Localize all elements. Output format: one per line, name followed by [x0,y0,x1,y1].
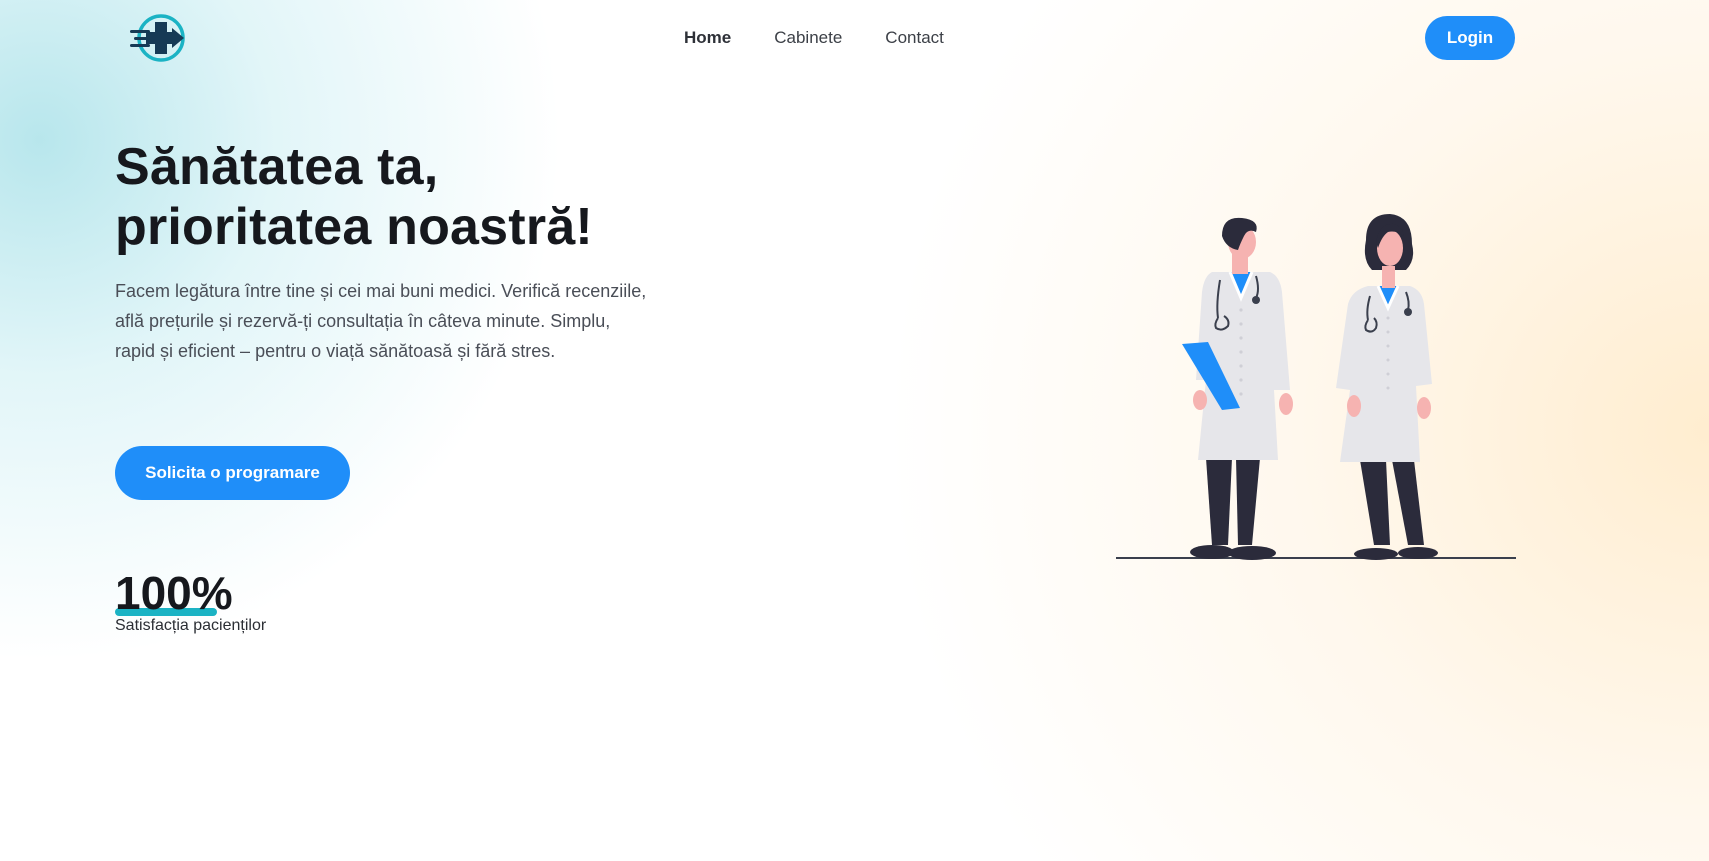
request-appointment-button[interactable]: Solicita o programare [115,446,350,500]
stat-value: 100% [115,567,233,619]
hero-description-line: Facem legătura între tine și cei mai bun… [115,281,647,301]
logo-icon[interactable] [128,12,190,64]
hero-title-line: Sănătatea ta, [115,138,439,196]
female-doctor-figure [1336,214,1438,560]
nav-link-cabinete[interactable]: Cabinete [774,26,842,50]
main-nav: Home Cabinete Contact [684,26,944,50]
stat-value-wrap: 100% [115,568,233,618]
hero-description-line: rapid și eficient – pentru o viață sănăt… [115,341,556,361]
patient-satisfaction-stat: 100% Satisfacția pacienților [115,568,266,635]
landing-page: Home Cabinete Contact Login Sănătatea ta… [0,0,1709,861]
login-button[interactable]: Login [1425,16,1515,60]
hero-description-line: află prețurile și rezervă-ți consultația… [115,311,611,331]
nav-link-home[interactable]: Home [684,26,731,50]
male-doctor-figure [1182,217,1293,560]
hero-description: Facem legătura între tine și cei mai bun… [115,276,705,366]
stat-label: Satisfacția pacienților [115,617,267,634]
hero-title: Sănătatea ta, prioritatea noastră! [115,137,593,257]
hero-title-line: prioritatea noastră! [115,198,593,256]
nav-link-contact[interactable]: Contact [885,26,944,50]
doctors-illustration [1116,214,1516,560]
